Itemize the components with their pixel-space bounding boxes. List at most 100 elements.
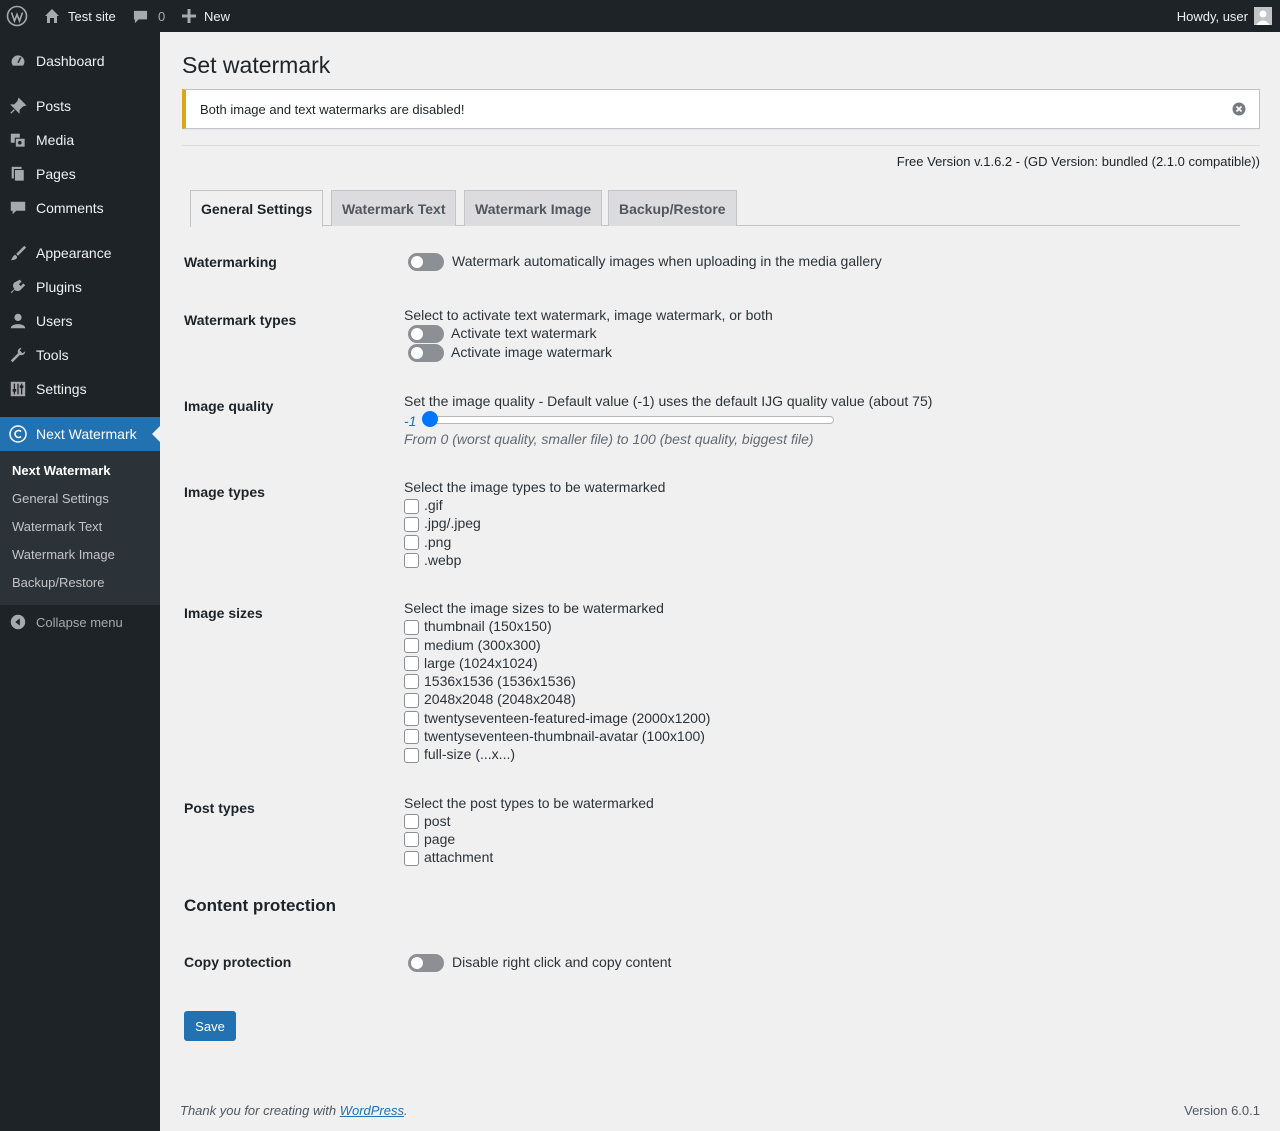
- image-types-description: Select the image types to be watermarked: [404, 479, 666, 495]
- watermarking-toggle-label: Watermark automatically images when uplo…: [452, 253, 882, 269]
- sidebar-item-users[interactable]: Users: [0, 304, 160, 338]
- collapse-menu-label: Collapse menu: [36, 614, 123, 630]
- sidebar-item-comments[interactable]: Comments: [0, 191, 160, 225]
- image-sizes-label: Image sizes: [184, 605, 263, 621]
- image-type-jpg-label: .jpg/.jpeg: [424, 515, 481, 531]
- tab-watermark-text[interactable]: Watermark Text: [331, 190, 457, 226]
- sidebar-item-label: Users: [36, 313, 73, 329]
- submenu-item-watermark-image[interactable]: Watermark Image: [12, 545, 115, 565]
- user-icon: [0, 312, 36, 330]
- watermarking-toggle[interactable]: [408, 253, 444, 271]
- image-size-thumbnail-checkbox[interactable]: [404, 620, 419, 635]
- image-size-medium-label: medium (300x300): [424, 637, 541, 653]
- comments-link[interactable]: 0: [133, 0, 165, 32]
- image-types-label: Image types: [184, 484, 265, 500]
- image-type-gif-checkbox[interactable]: [404, 499, 419, 514]
- post-type-post-label: post: [424, 813, 451, 829]
- home-icon: [44, 8, 60, 24]
- sidebar-item-plugins[interactable]: Plugins: [0, 270, 160, 304]
- tab-watermark-image[interactable]: Watermark Image: [464, 190, 603, 226]
- copyright-icon: [0, 424, 36, 444]
- site-name: Test site: [68, 8, 116, 24]
- submenu-item-backup-restore[interactable]: Backup/Restore: [12, 573, 105, 593]
- admin-bar: Test site 0 New Howdy, user: [0, 0, 1280, 32]
- image-size-1536-checkbox[interactable]: [404, 674, 419, 689]
- page-title: Set watermark: [182, 52, 331, 78]
- post-types-label: Post types: [184, 800, 255, 816]
- post-type-attachment-label: attachment: [424, 849, 494, 865]
- warning-notice: Both image and text watermarks are disab…: [182, 89, 1260, 129]
- sidebar-item-dashboard[interactable]: Dashboard: [0, 44, 160, 78]
- save-button[interactable]: Save: [184, 1011, 236, 1041]
- wordpress-logo-icon[interactable]: [6, 0, 28, 32]
- watermarking-label: Watermarking: [184, 254, 277, 270]
- image-size-1536-label: 1536x1536 (1536x1536): [424, 673, 576, 689]
- image-quality-slider-handle[interactable]: [422, 411, 438, 427]
- tab-general-settings[interactable]: General Settings: [190, 190, 324, 227]
- sidebar-item-label: Next Watermark: [36, 426, 137, 442]
- copy-protection-toggle[interactable]: [408, 954, 444, 972]
- submenu-item-general-settings[interactable]: General Settings: [12, 489, 109, 509]
- my-account-link[interactable]: Howdy, user: [1177, 0, 1272, 32]
- post-type-attachment-checkbox[interactable]: [404, 851, 419, 866]
- plug-icon: [0, 278, 36, 296]
- post-type-page-checkbox[interactable]: [404, 832, 419, 847]
- notice-text: Both image and text watermarks are disab…: [200, 101, 465, 117]
- submenu-item-watermark-text[interactable]: Watermark Text: [12, 517, 102, 537]
- image-quality-description: Set the image quality - Default value (-…: [404, 393, 933, 409]
- image-type-png-checkbox[interactable]: [404, 535, 419, 550]
- sidebar-item-label: Comments: [36, 200, 104, 216]
- wordpress-link[interactable]: WordPress: [340, 1103, 404, 1118]
- sidebar-item-label: Plugins: [36, 279, 82, 295]
- sidebar-item-posts[interactable]: Posts: [0, 89, 160, 123]
- image-size-avatar-checkbox[interactable]: [404, 729, 419, 744]
- avatar: [1254, 7, 1272, 25]
- image-size-avatar-label: twentyseventeen-thumbnail-avatar (100x10…: [424, 728, 705, 744]
- sidebar-item-settings[interactable]: Settings: [0, 372, 160, 406]
- image-type-webp-checkbox[interactable]: [404, 553, 419, 568]
- footer-thanks-prefix: Thank you for creating with: [180, 1103, 340, 1118]
- copy-protection-label: Copy protection: [184, 954, 292, 970]
- sliders-icon: [0, 380, 36, 398]
- image-size-featured-label: twentyseventeen-featured-image (2000x120…: [424, 710, 711, 726]
- image-type-gif-label: .gif: [424, 497, 443, 513]
- media-icon: [0, 131, 36, 149]
- image-sizes-description: Select the image sizes to be watermarked: [404, 600, 664, 616]
- post-type-post-checkbox[interactable]: [404, 814, 419, 829]
- tab-backup-restore[interactable]: Backup/Restore: [608, 190, 737, 226]
- divider: [182, 145, 1260, 146]
- image-size-2048-checkbox[interactable]: [404, 693, 419, 708]
- image-quality-slider[interactable]: [424, 416, 834, 424]
- new-label: New: [204, 8, 231, 24]
- sidebar-item-media[interactable]: Media: [0, 123, 160, 157]
- site-name-link[interactable]: Test site: [44, 0, 116, 32]
- sidebar-item-label: Appearance: [36, 245, 112, 261]
- text-watermark-toggle[interactable]: [408, 325, 444, 343]
- image-size-full-checkbox[interactable]: [404, 748, 419, 763]
- post-type-page-label: page: [424, 831, 456, 847]
- image-size-thumbnail-label: thumbnail (150x150): [424, 618, 552, 634]
- comment-icon: [133, 9, 148, 24]
- image-watermark-toggle[interactable]: [408, 344, 444, 362]
- sidebar-item-tools[interactable]: Tools: [0, 338, 160, 372]
- sidebar-submenu: Next Watermark General Settings Watermar…: [0, 451, 160, 605]
- admin-sidebar: Dashboard Posts Media Pages Comments App…: [0, 32, 160, 1131]
- sidebar-item-label: Media: [36, 132, 75, 148]
- image-size-featured-checkbox[interactable]: [404, 711, 419, 726]
- dismiss-icon[interactable]: [1231, 101, 1247, 117]
- new-content-link[interactable]: New: [182, 0, 230, 32]
- submenu-item-next-watermark[interactable]: Next Watermark: [12, 461, 111, 481]
- copy-protection-toggle-label: Disable right click and copy content: [452, 954, 672, 970]
- sidebar-item-next-watermark[interactable]: Next Watermark: [0, 417, 160, 451]
- image-size-medium-checkbox[interactable]: [404, 638, 419, 653]
- image-size-large-checkbox[interactable]: [404, 656, 419, 671]
- post-types-description: Select the post types to be watermarked: [404, 795, 654, 811]
- comment-icon: [0, 199, 36, 217]
- sidebar-item-pages[interactable]: Pages: [0, 157, 160, 191]
- image-size-full-label: full-size (...x...): [424, 746, 516, 762]
- plus-icon: [182, 9, 196, 23]
- image-type-jpg-checkbox[interactable]: [404, 517, 419, 532]
- sidebar-item-appearance[interactable]: Appearance: [0, 236, 160, 270]
- collapse-menu-button[interactable]: Collapse menu: [0, 605, 160, 639]
- footer-thanks-suffix: .: [404, 1103, 408, 1118]
